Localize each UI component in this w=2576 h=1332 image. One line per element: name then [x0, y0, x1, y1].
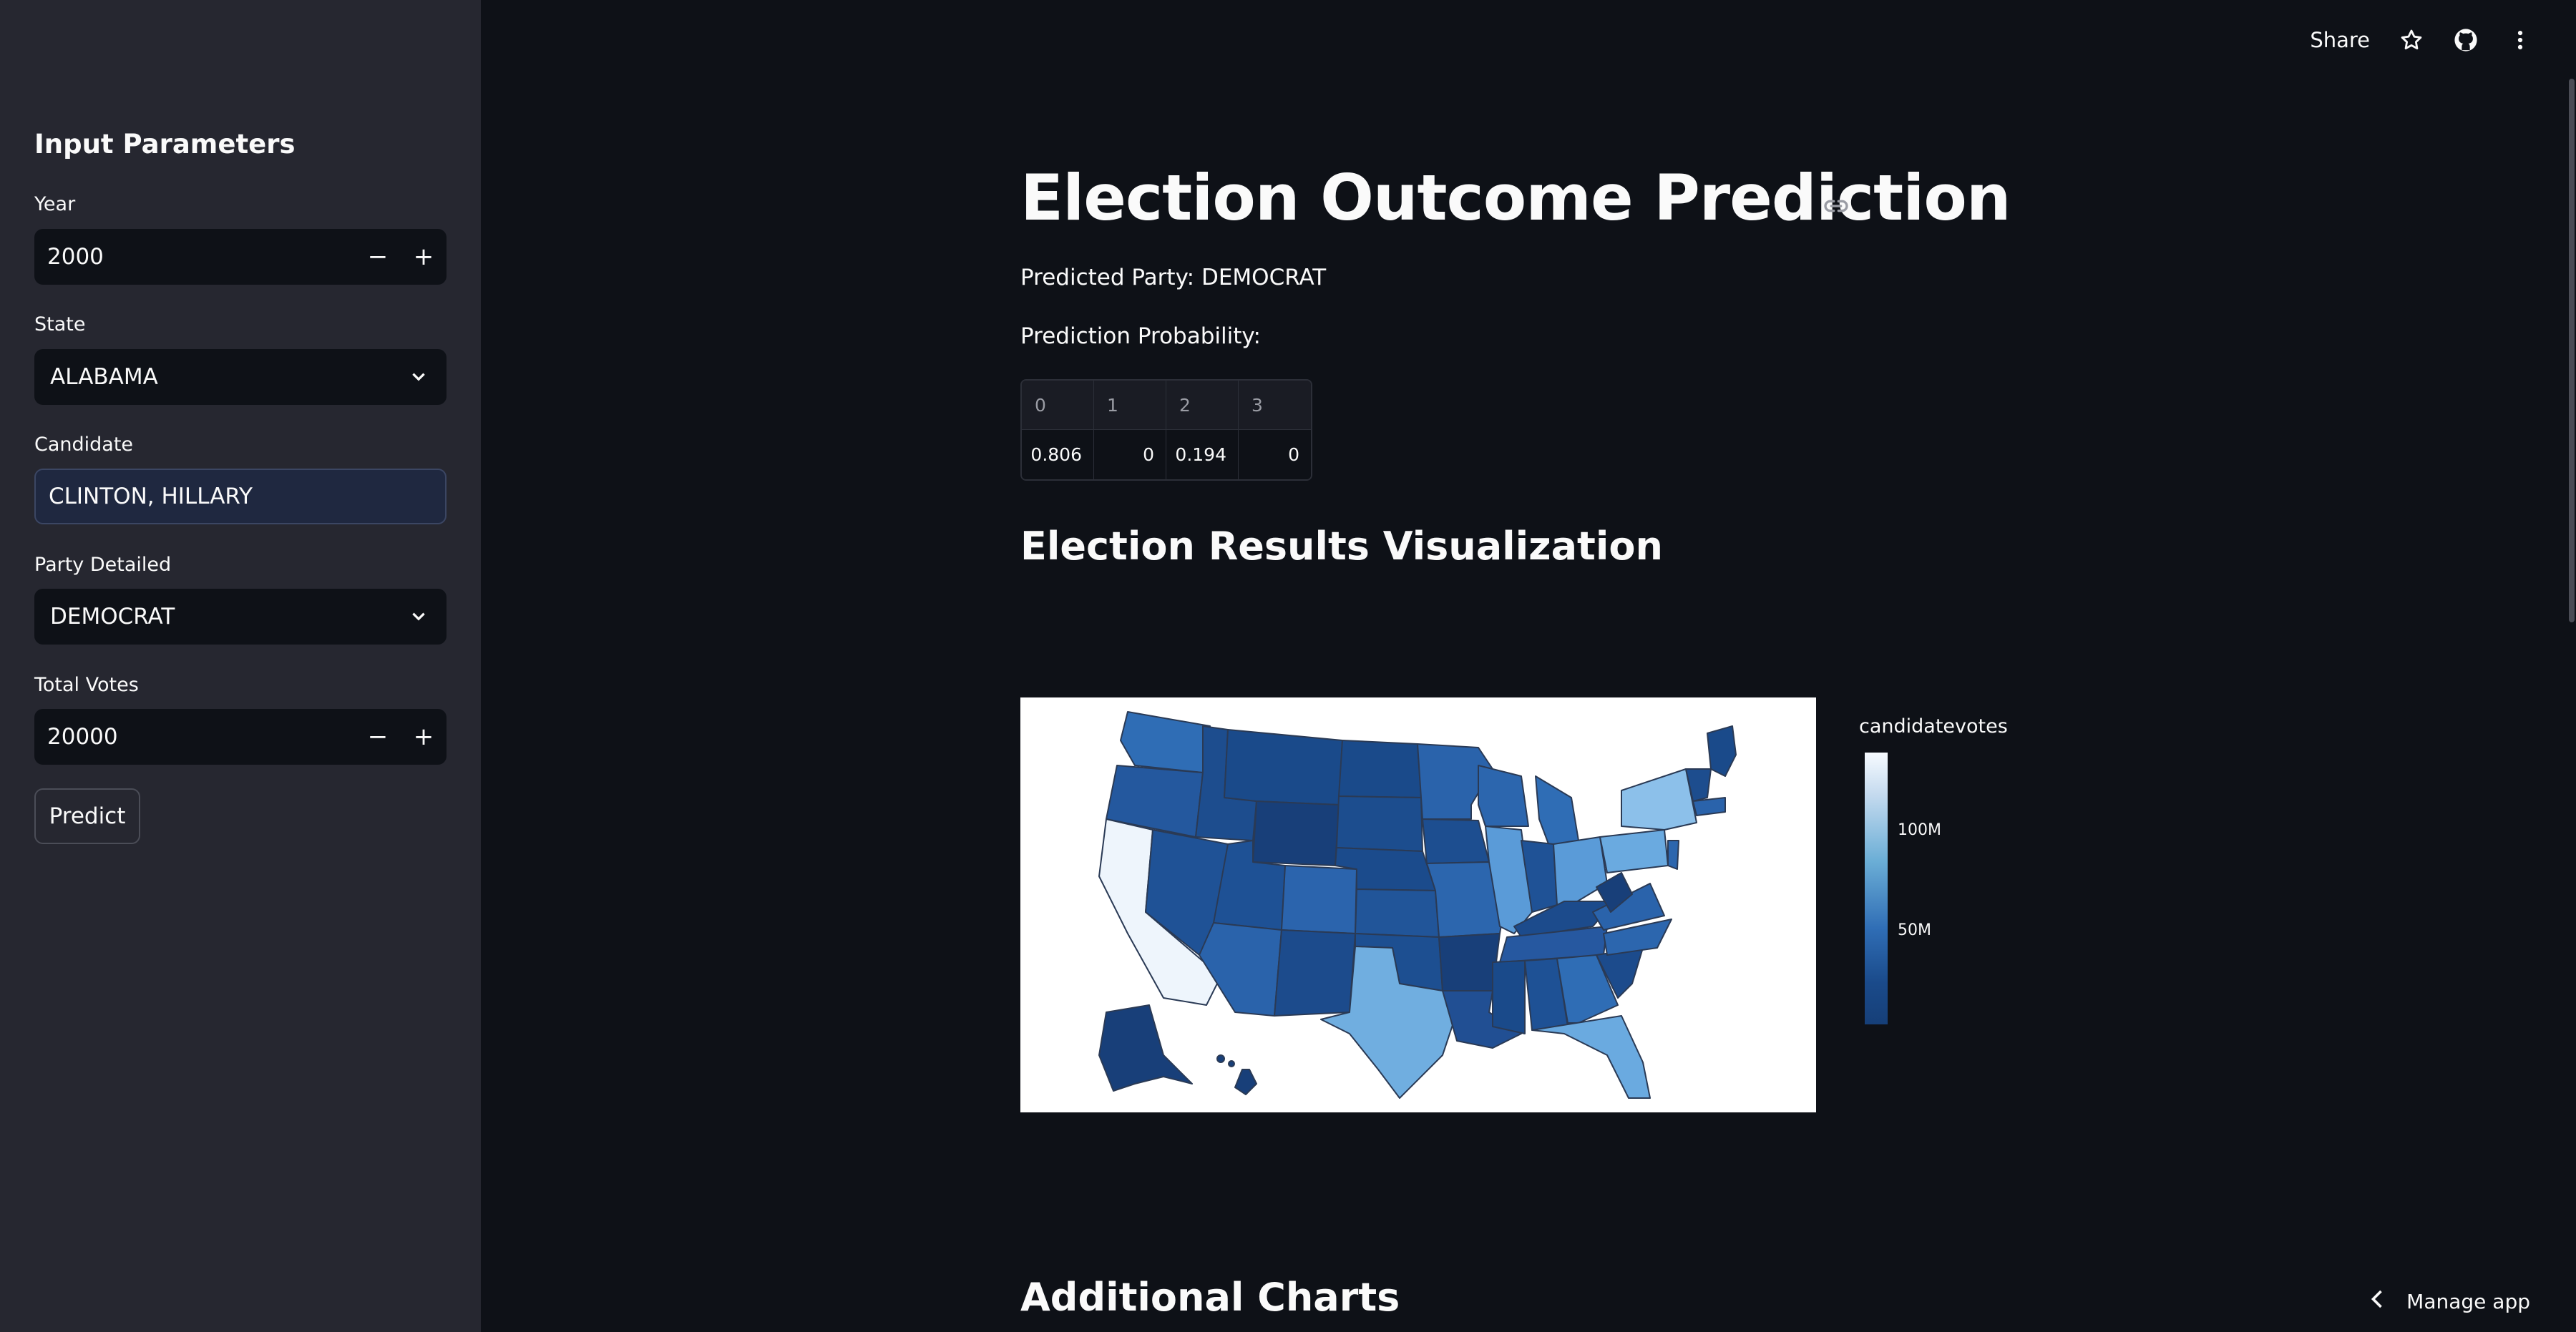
anchor-link-icon[interactable]: [1822, 192, 1850, 223]
more-menu-icon[interactable]: [2507, 27, 2533, 53]
table-cell: 0: [1094, 430, 1166, 479]
state-new-jersey: [1667, 840, 1679, 870]
state-select[interactable]: ALABAMA: [34, 349, 447, 405]
state-wyoming: [1252, 800, 1340, 866]
state-maine: [1707, 725, 1737, 777]
colorbar-tick-label: 100M: [1898, 821, 1941, 839]
chevron-down-icon: [391, 607, 447, 626]
state-iowa: [1422, 818, 1490, 864]
votes-label: Total Votes: [34, 674, 139, 696]
us-choropleth-map[interactable]: [1020, 697, 1816, 1112]
state-washington: [1120, 711, 1211, 773]
prediction-probability-label: Prediction Probability:: [1020, 323, 1261, 349]
candidate-input[interactable]: CLINTON, HILLARY: [34, 469, 447, 524]
state-selected-value: ALABAMA: [50, 364, 158, 390]
share-button[interactable]: Share: [2310, 28, 2370, 52]
colorbar: [1865, 753, 1888, 1024]
sidebar: Input Parameters Year 2000 − + State ALA…: [0, 0, 481, 1332]
table-cell: 0: [1239, 430, 1311, 479]
votes-number-input: 20000 − +: [34, 709, 447, 765]
chevron-down-icon: [391, 368, 447, 386]
year-increment-button[interactable]: +: [401, 229, 447, 285]
candidate-label: Candidate: [34, 434, 134, 456]
state-new-mexico: [1274, 929, 1356, 1017]
state-mississippi: [1492, 960, 1526, 1034]
page-title: Election Outcome Prediction: [1020, 161, 2011, 235]
state-florida: [1531, 1015, 1651, 1099]
state-new-york: [1621, 768, 1697, 831]
probability-table: 0 1 2 3 0.806 0 0.194 0: [1020, 379, 1312, 481]
state-alaska: [1098, 1004, 1193, 1092]
candidate-value: CLINTON, HILLARY: [49, 484, 253, 509]
table-header-cell: 1: [1094, 381, 1166, 430]
state-massachusetts: [1692, 797, 1726, 816]
votes-decrement-button[interactable]: −: [355, 709, 401, 765]
state-arizona: [1199, 922, 1282, 1017]
colorbar-tick-label: 50M: [1898, 921, 1931, 939]
year-label: Year: [34, 193, 76, 215]
state-michigan: [1535, 775, 1579, 848]
table-header-cell: 2: [1166, 381, 1239, 430]
table-cell: 0.194: [1166, 430, 1239, 479]
manage-app-button[interactable]: Manage app: [2369, 1290, 2530, 1313]
table-header-cell: 0: [1022, 381, 1094, 430]
votes-value[interactable]: 20000: [34, 724, 355, 750]
star-icon[interactable]: [2399, 27, 2424, 53]
visualization-heading: Election Results Visualization: [1020, 524, 1663, 569]
predicted-party-text: Predicted Party: DEMOCRAT: [1020, 265, 1327, 290]
sidebar-title: Input Parameters: [34, 129, 296, 160]
party-label: Party Detailed: [34, 554, 172, 576]
chevron-left-icon: [2369, 1290, 2385, 1313]
manage-app-label: Manage app: [2406, 1290, 2530, 1313]
state-north-dakota: [1338, 740, 1422, 798]
state-wisconsin: [1478, 765, 1529, 827]
state-colorado: [1281, 865, 1357, 934]
year-value[interactable]: 2000: [34, 244, 355, 270]
additional-charts-heading: Additional Charts: [1020, 1275, 1400, 1320]
year-number-input: 2000 − +: [34, 229, 447, 285]
github-icon[interactable]: [2453, 27, 2479, 53]
table-header-cell: 3: [1239, 381, 1311, 430]
table-cell: 0.806: [1022, 430, 1094, 479]
colorbar-title: candidatevotes: [1859, 715, 2008, 738]
state-south-dakota: [1336, 795, 1423, 852]
year-decrement-button[interactable]: −: [355, 229, 401, 285]
state-ohio: [1553, 836, 1608, 906]
state-kansas: [1355, 888, 1440, 938]
party-selected-value: DEMOCRAT: [50, 604, 175, 630]
state-arkansas: [1438, 933, 1501, 991]
header-toolbar: Share: [2310, 27, 2533, 53]
page-scrollbar[interactable]: [2569, 79, 2575, 622]
state-montana: [1224, 729, 1343, 805]
party-select[interactable]: DEMOCRAT: [34, 589, 447, 645]
votes-increment-button[interactable]: +: [401, 709, 447, 765]
state-hawaii: [1234, 1069, 1257, 1095]
state-pennsylvania: [1599, 829, 1669, 873]
state-label: State: [34, 313, 86, 336]
predict-button[interactable]: Predict: [34, 788, 140, 844]
